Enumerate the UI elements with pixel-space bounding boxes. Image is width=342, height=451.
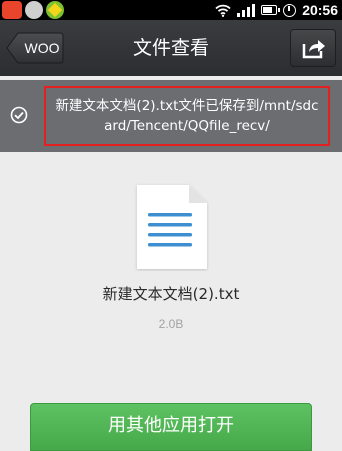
- file-name: 新建文本文档(2).txt: [102, 285, 240, 303]
- save-notice-bar: 新建文本文档(2).txt文件已保存到/mnt/sdcard/Tencent/Q…: [0, 80, 342, 152]
- sogou-input-icon: [2, 1, 22, 19]
- game-icon: [46, 1, 64, 19]
- battery-icon: [261, 5, 281, 15]
- text-document-icon: [137, 185, 207, 269]
- page-title: 文件查看: [132, 37, 209, 59]
- wifi-icon: [215, 4, 231, 17]
- check-circle-icon: [10, 106, 28, 124]
- title-bar: WOO 文件查看: [0, 20, 342, 76]
- signal-icon: [237, 3, 256, 17]
- open-with-other-app-button[interactable]: 用其他应用打开: [30, 403, 312, 451]
- system-icons: 20:56: [215, 0, 338, 20]
- notification-icons: [2, 1, 64, 19]
- status-time: 20:56: [302, 2, 338, 18]
- app-icon: [25, 1, 43, 19]
- notice-text: 新建文本文档(2).txt文件已保存到/mnt/sdcard/Tencent/Q…: [55, 98, 319, 134]
- alarm-clock-icon: [283, 3, 297, 17]
- share-button[interactable]: [290, 29, 336, 67]
- back-button[interactable]: WOO: [6, 32, 64, 64]
- share-icon: [302, 40, 325, 59]
- file-size: 2.0B: [158, 317, 184, 331]
- back-button-label: WOO: [24, 40, 60, 56]
- notice-highlight: 新建文本文档(2).txt文件已保存到/mnt/sdcard/Tencent/Q…: [44, 86, 330, 146]
- status-bar: 20:56: [0, 0, 342, 20]
